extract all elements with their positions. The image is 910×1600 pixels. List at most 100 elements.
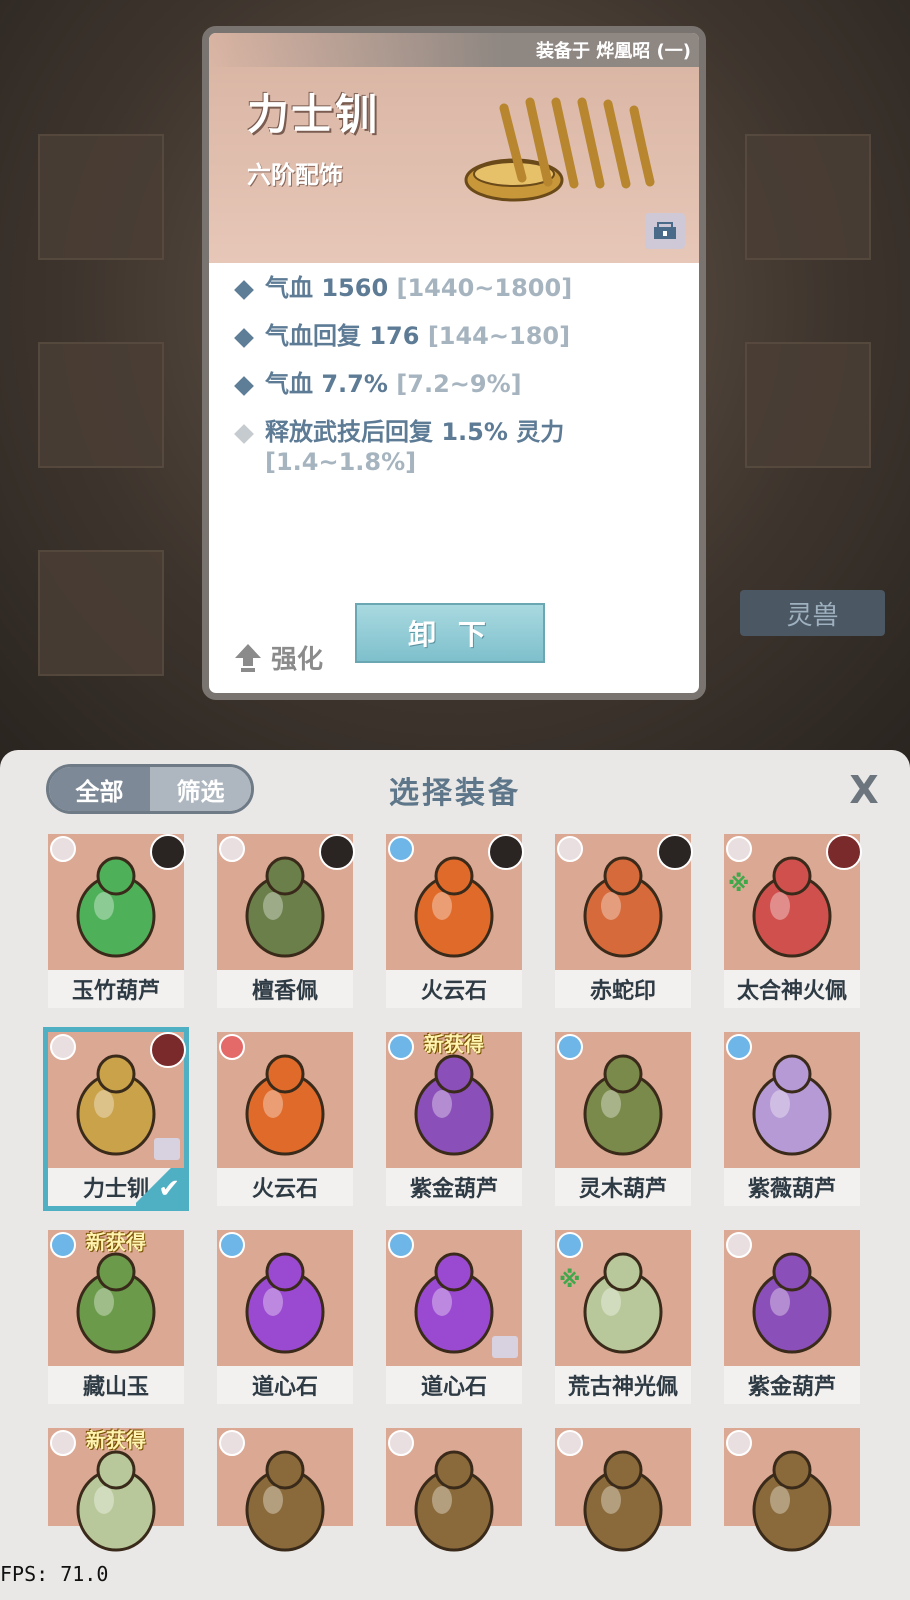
bg-equipment-slot (745, 342, 871, 468)
enhance-button[interactable]: 强化 (233, 639, 323, 676)
owner-avatar-icon (150, 1032, 186, 1068)
diamond-bullet-icon (234, 424, 254, 444)
lock-icon (154, 1138, 180, 1160)
equipment-cell[interactable]: 新获得 (48, 1428, 184, 1552)
item-grade: 六阶配饰 (247, 161, 343, 189)
stat-label: 气血 7.7% (265, 370, 388, 398)
equipment-icon (414, 1054, 494, 1156)
equipment-name: 紫金葫芦 (386, 1168, 522, 1206)
element-type-icon (50, 836, 76, 862)
equipment-cell[interactable]: 檀香佩 (217, 834, 355, 1008)
equipment-name: 玉竹葫芦 (48, 970, 184, 1008)
equipment-cell[interactable]: 火云石 (217, 1032, 353, 1206)
equipment-icon (583, 1054, 663, 1156)
element-type-icon (557, 1232, 583, 1258)
fps-counter: FPS: 71.0 (0, 1562, 109, 1586)
set-mark-icon: ※ (728, 872, 750, 897)
spirit-beast-tab: 灵兽 (740, 590, 885, 636)
equipment-cell[interactable] (724, 1428, 860, 1552)
equipment-icon (245, 1054, 325, 1156)
equipment-detail-card: 装备于 烨凰昭 (一) 力士钏 六阶配饰 气血 1560 [1440~1800]… (202, 26, 706, 700)
new-tag: 新获得 (86, 1428, 146, 1452)
bg-equipment-slot (38, 550, 164, 676)
bg-equipment-slot (745, 134, 871, 260)
owner-avatar-icon (488, 834, 524, 870)
element-type-icon (50, 1034, 76, 1060)
close-icon[interactable]: X (842, 768, 886, 812)
stat-row: 气血 1560 [1440~1800] (231, 273, 691, 303)
owner-avatar-icon (150, 834, 186, 870)
element-type-icon (219, 1232, 245, 1258)
item-name: 力士钏 (247, 90, 380, 139)
equipment-cell[interactable]: 玉竹葫芦 (48, 834, 186, 1008)
equipment-cell[interactable]: 新获得 藏山玉 (48, 1230, 184, 1404)
new-tag: 新获得 (86, 1230, 146, 1254)
equipment-cell[interactable]: 道心石 (217, 1230, 353, 1404)
equipment-name: 檀香佩 (217, 970, 353, 1008)
equipped-on-label: 装备于 烨凰昭 (一) (209, 33, 699, 67)
new-tag: 新获得 (424, 1032, 484, 1056)
equipment-icon (76, 1450, 156, 1552)
unequip-button[interactable]: 卸 下 (355, 603, 545, 663)
stats-list: 气血 1560 [1440~1800] 气血回复 176 [144~180] 气… (231, 273, 691, 495)
bg-equipment-slot (38, 134, 164, 260)
equipment-cell[interactable]: 紫金葫芦 (724, 1230, 860, 1404)
equipment-icon (752, 1252, 832, 1354)
set-mark-icon: ※ (559, 1268, 581, 1293)
lock-icon (492, 1336, 518, 1358)
stat-row: 气血回复 176 [144~180] (231, 321, 691, 351)
equipment-cell[interactable] (217, 1428, 353, 1552)
equipment-cell[interactable]: ※ 荒古神光佩 (555, 1230, 691, 1404)
equipment-cell[interactable]: 紫薇葫芦 (724, 1032, 860, 1206)
element-type-icon (557, 1430, 583, 1456)
equipment-name: 火云石 (386, 970, 522, 1008)
owner-avatar-icon (319, 834, 355, 870)
element-type-icon (726, 1232, 752, 1258)
equipment-icon (752, 1450, 832, 1552)
owner-avatar-icon (826, 834, 862, 870)
diamond-bullet-icon (234, 328, 254, 348)
equipment-icon (414, 1450, 494, 1552)
element-type-icon (726, 1034, 752, 1060)
element-type-icon (388, 1232, 414, 1258)
equipment-name: 道心石 (217, 1366, 353, 1404)
equipment-cell[interactable]: 新获得 紫金葫芦 (386, 1032, 522, 1206)
stat-label: 释放武技后回复 1.5% 灵力 (265, 418, 565, 446)
equipment-name: 灵木葫芦 (555, 1168, 691, 1206)
equipment-name: 赤蛇印 (555, 970, 691, 1008)
equipment-icon (583, 1450, 663, 1552)
equipment-name: 荒古神光佩 (555, 1366, 691, 1404)
panel-title: 选择装备 (389, 776, 521, 811)
element-type-icon (219, 1430, 245, 1456)
equipment-name: 紫金葫芦 (724, 1366, 860, 1404)
equipment-grid: 玉竹葫芦 檀香佩 火云石 赤蛇印 ※ 太合神火佩 力士钏 ✔ 火云石 新获得 紫金葫芦 灵木葫芦 紫薇葫… (43, 834, 868, 1552)
equipment-cell[interactable] (386, 1428, 522, 1552)
equipment-icon (245, 1252, 325, 1354)
equipment-cell[interactable]: 赤蛇印 (555, 834, 693, 1008)
equipment-icon (752, 1054, 832, 1156)
owner-avatar-icon (657, 834, 693, 870)
stat-range: [1.4~1.8%] (265, 448, 417, 476)
stat-range: [144~180] (427, 322, 571, 350)
diamond-bullet-icon (234, 280, 254, 300)
equipment-name: 太合神火佩 (724, 970, 860, 1008)
stat-range: [7.2~9%] (396, 370, 522, 398)
equipment-icon (76, 1252, 156, 1354)
arrow-up-icon (235, 643, 261, 672)
equipment-cell[interactable]: 力士钏 ✔ (43, 1027, 189, 1211)
element-type-icon (726, 836, 752, 862)
equipment-cell[interactable] (555, 1428, 691, 1552)
element-type-icon (219, 836, 245, 862)
equipment-name: 火云石 (217, 1168, 353, 1206)
equipment-cell[interactable]: 道心石 (386, 1230, 522, 1404)
lock-icon[interactable] (645, 213, 685, 249)
equipment-cell[interactable]: ※ 太合神火佩 (724, 834, 862, 1008)
check-icon: ✔ (136, 1168, 184, 1206)
equipment-icon (583, 1252, 663, 1354)
equipment-cell[interactable]: 火云石 (386, 834, 524, 1008)
equipment-cell[interactable]: 灵木葫芦 (555, 1032, 691, 1206)
stat-row: 气血 7.7% [7.2~9%] (231, 369, 691, 399)
element-type-icon (388, 836, 414, 862)
element-type-icon (557, 1034, 583, 1060)
bg-equipment-slot (38, 342, 164, 468)
